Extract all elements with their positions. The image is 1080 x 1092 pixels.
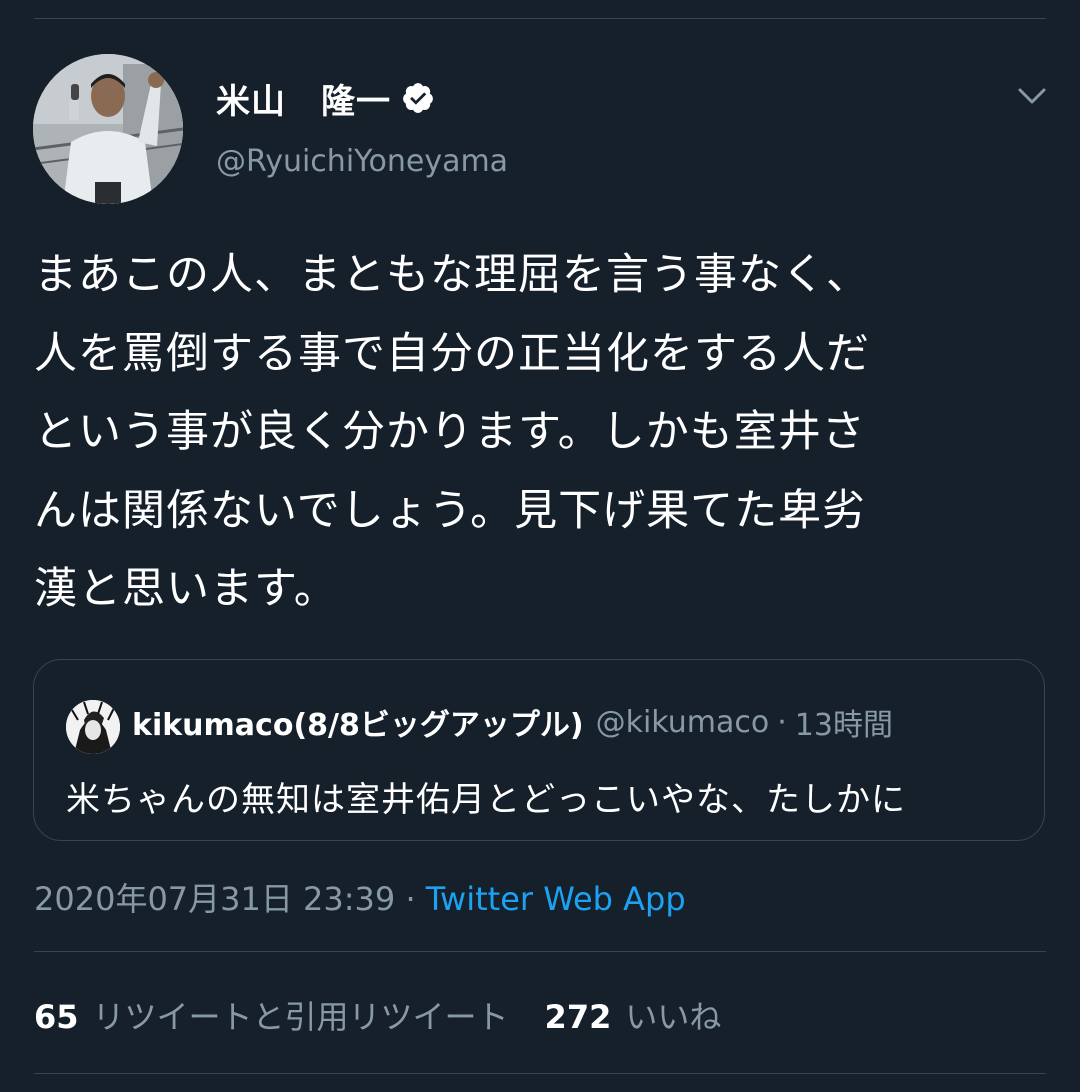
chevron-down-icon[interactable]	[1016, 80, 1048, 112]
quoted-author-name[interactable]: kikumaco(8/8ビッグアップル)	[132, 700, 584, 744]
tweet-text-line: 漢と思います。	[34, 564, 338, 614]
meta-separator: ·	[395, 880, 426, 918]
likes-label: いいね	[625, 998, 722, 1036]
quoted-header-separator: ·	[777, 704, 787, 740]
tweet-text-line: 人を罵倒する事で自分の正当化をする人だ	[34, 328, 870, 379]
stats-divider	[34, 1073, 1046, 1074]
verified-badge-icon	[401, 81, 435, 115]
tweet-text-line: という事が良く分かります。しかも室井さ	[34, 407, 866, 457]
author-display-name[interactable]: 米山 隆一	[216, 74, 391, 123]
tweet-text-line: まあこの人、まともな理屈を言う事なく、	[34, 250, 870, 300]
retweets-count: 65	[34, 998, 79, 1036]
top-divider	[34, 18, 1046, 19]
quoted-tweet-header: kikumaco(8/8ビッグアップル) @kikumaco · 13時間	[132, 700, 893, 744]
quoted-tweet-text: 米ちゃんの無知は室井佑月とどっこいやな、たしかに	[66, 780, 906, 820]
retweets-stat[interactable]: 65 リツイートと引用リツイート	[34, 992, 509, 1038]
tweet-detail-view: 米山 隆一 @RyuichiYoneyama まあこの人、まともな理屈を言う事な…	[0, 0, 1080, 1092]
tweet-text: まあこの人、まともな理屈を言う事なく、 人を罵倒する事で自分の正当化をする人だ …	[34, 236, 1024, 629]
likes-stat[interactable]: 272 いいね	[545, 992, 722, 1038]
quoted-author-handle[interactable]: @kikumaco	[596, 705, 770, 740]
quoted-author-avatar	[66, 700, 120, 754]
tweet-stats: 65 リツイートと引用リツイート 272 いいね	[34, 992, 721, 1038]
tweet-text-line: んは関係ないでしょう。見下げ果てた卑劣	[34, 485, 867, 536]
tweet-source-link[interactable]: Twitter Web App	[426, 880, 686, 918]
quoted-tweet-time: 13時間	[794, 708, 893, 743]
likes-count: 272	[544, 998, 612, 1036]
meta-divider	[34, 951, 1046, 952]
tweet-meta: 2020年07月31日 23:39 · Twitter Web App	[34, 874, 686, 920]
author-handle[interactable]: @RyuichiYoneyama	[216, 144, 508, 179]
author-name-row[interactable]: 米山 隆一	[216, 74, 435, 123]
author-avatar[interactable]	[33, 54, 183, 204]
quoted-tweet-card[interactable]: kikumaco(8/8ビッグアップル) @kikumaco · 13時間 米ち…	[33, 659, 1045, 841]
tweet-timestamp[interactable]: 2020年07月31日 23:39	[34, 880, 395, 918]
retweets-label: リツイートと引用リツイート	[92, 998, 509, 1036]
